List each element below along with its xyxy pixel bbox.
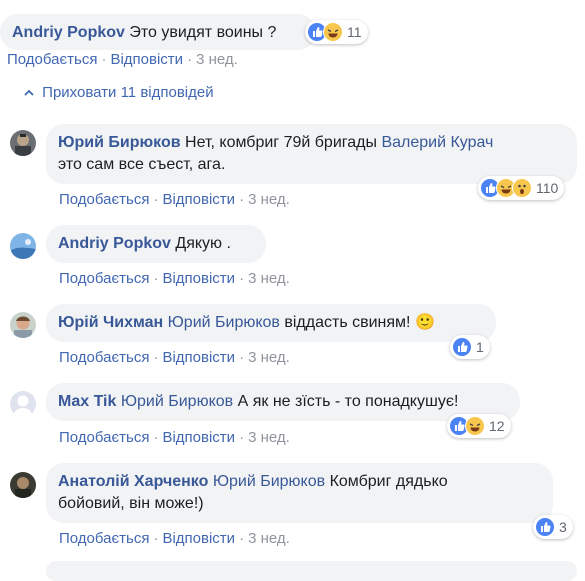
avatar[interactable]	[10, 472, 36, 498]
mention-link[interactable]: Валерий Курач	[381, 134, 493, 151]
comment-text: Это увидят воины ?	[129, 24, 277, 41]
comment-actions: Подобається · Відповісти · 3 нед.	[59, 530, 290, 547]
comment-text: Нет, комбриг 79й бригады	[185, 134, 377, 151]
like-link[interactable]: Подобається	[59, 530, 149, 547]
avatar[interactable]	[10, 233, 36, 259]
comment-actions: Подобається · Відповісти · 3 нед.	[59, 429, 290, 446]
comment-text-continued: бойовий, він може!)	[58, 495, 204, 512]
reactions-summary[interactable]: 110	[478, 176, 565, 200]
comment-text: Комбриг дядько	[329, 473, 448, 490]
reactions-count: 12	[489, 418, 505, 434]
timestamp[interactable]: 3 нед.	[248, 270, 290, 287]
reply-link[interactable]: Відповісти	[162, 270, 235, 287]
like-link[interactable]: Подобається	[59, 349, 149, 366]
like-link[interactable]: Подобається	[59, 191, 149, 208]
comment-text-continued: это сам все съест, ага.	[58, 156, 226, 173]
comment-author[interactable]: Max Tik	[58, 393, 116, 410]
mention-link[interactable]: Юрий Бирюков	[213, 473, 325, 490]
comment-actions: Подобається · Відповісти · 3 нед.	[7, 51, 238, 68]
avatar[interactable]	[10, 391, 36, 417]
comment-actions: Подобається · Відповісти · 3 нед.	[59, 270, 290, 287]
timestamp[interactable]: 3 нед.	[248, 191, 290, 208]
reactions-summary[interactable]: 12	[447, 414, 511, 438]
reply-link[interactable]: Відповісти	[162, 349, 235, 366]
avatar[interactable]	[10, 130, 36, 156]
haha-reaction-icon	[323, 22, 343, 42]
comment-bubble: Анатолій Харченко Юрий Бирюков Комбриг д…	[46, 463, 553, 523]
reply-link[interactable]: Відповісти	[162, 191, 235, 208]
comment-author[interactable]: Andriy Popkov	[58, 235, 171, 252]
wow-reaction-icon	[512, 178, 532, 198]
reactions-summary[interactable]: 11	[305, 20, 368, 44]
timestamp[interactable]: 3 нед.	[248, 530, 290, 547]
comment-bubble: Andriy Popkov Дякую .	[46, 225, 266, 263]
reactions-count: 11	[347, 24, 362, 40]
reactions-count: 1	[476, 339, 484, 355]
comment-bubble: Юрій Чихман Юрий Бирюков віддасть свиням…	[46, 304, 496, 342]
reactions-count: 3	[559, 519, 567, 535]
like-link[interactable]: Подобається	[59, 429, 149, 446]
like-reaction-icon	[535, 517, 555, 537]
reactions-summary[interactable]: 3	[533, 515, 573, 539]
mention-link[interactable]: Юрий Бирюков	[121, 393, 233, 410]
comment-author[interactable]: Andriy Popkov	[12, 24, 125, 41]
like-link[interactable]: Подобається	[59, 270, 149, 287]
comment-bubble	[46, 561, 577, 581]
mention-link[interactable]: Юрий Бирюков	[168, 314, 280, 331]
reactions-summary[interactable]: 1	[450, 335, 490, 359]
timestamp[interactable]: 3 нед.	[248, 429, 290, 446]
hide-replies-link[interactable]: Приховати 11 відповідей	[24, 84, 214, 101]
comment-bubble: Max Tik Юрий Бирюков А як не зїсть - то …	[46, 383, 520, 421]
comment-bubble: Юрий Бирюков Нет, комбриг 79й бригады Ва…	[46, 124, 577, 184]
like-link[interactable]: Подобається	[7, 51, 97, 68]
reply-link[interactable]: Відповісти	[162, 429, 235, 446]
comment-bubble: Andriy Popkov Это увидят воины ?	[0, 14, 316, 50]
comment-author[interactable]: Юрий Бирюков	[58, 134, 181, 151]
comment-text: Дякую .	[175, 235, 231, 252]
reply-link[interactable]: Відповісти	[110, 51, 183, 68]
avatar[interactable]	[10, 312, 36, 338]
like-reaction-icon	[452, 337, 472, 357]
comment-author[interactable]: Юрій Чихман	[58, 314, 163, 331]
comment-author[interactable]: Анатолій Харченко	[58, 473, 208, 490]
comment-text: віддасть свиням! 🙂	[284, 314, 435, 331]
comment-actions: Подобається · Відповісти · 3 нед.	[59, 191, 290, 208]
reactions-count: 110	[536, 180, 559, 196]
comment-actions: Подобається · Відповісти · 3 нед.	[59, 349, 290, 366]
chevron-up-icon	[24, 84, 38, 101]
haha-reaction-icon	[465, 416, 485, 436]
timestamp[interactable]: 3 нед.	[196, 51, 238, 68]
timestamp[interactable]: 3 нед.	[248, 349, 290, 366]
reply-link[interactable]: Відповісти	[162, 530, 235, 547]
comment-text: А як не зїсть - то понадкушує!	[237, 393, 459, 410]
hide-replies-label: Приховати 11 відповідей	[42, 84, 214, 101]
